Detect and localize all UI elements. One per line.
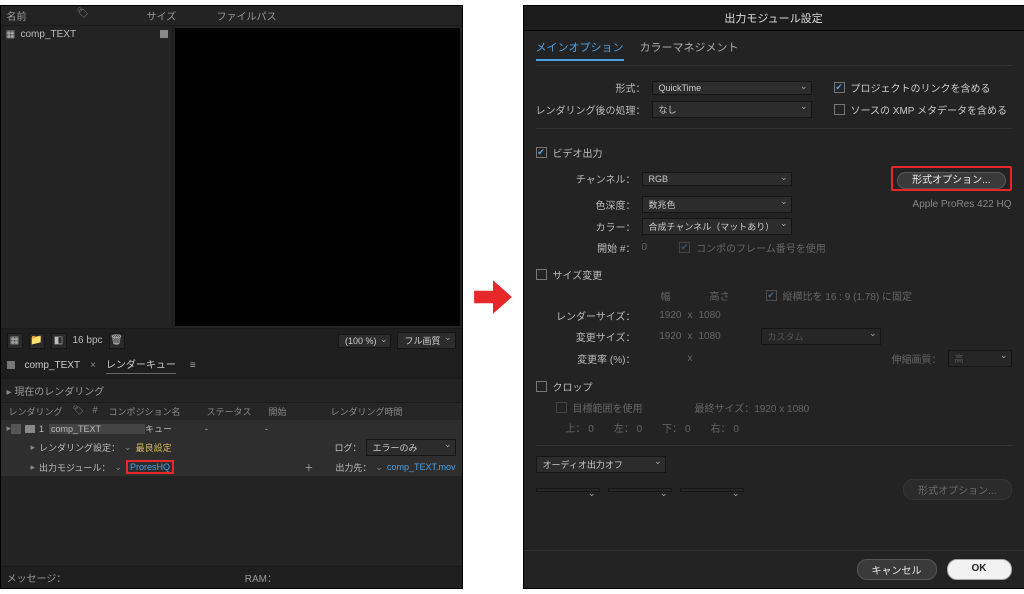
cancel-button[interactable]: キャンセル (857, 559, 937, 580)
codec-info: Apple ProRes 422 HQ (913, 199, 1012, 210)
status-bar: メッセージ： RAM： (1, 566, 462, 588)
tab-color-icon (7, 361, 15, 369)
comp-icon: ▦ (5, 28, 17, 40)
after-effects-project-panel: 名前 🏷 サイズ ファイルパス ▦ comp_TEXT ▦ 📁 ◧ 16 bpc… (0, 5, 463, 589)
format-options-highlight: 形式オプション... (891, 166, 1011, 191)
project-column-header: 名前 🏷 サイズ ファイルパス (1, 6, 462, 26)
ok-button[interactable]: OK (947, 559, 1012, 580)
toggle-icon[interactable]: ◧ (51, 333, 67, 349)
audio-channels-dropdown (680, 488, 744, 492)
tab-main-options[interactable]: メインオプション (536, 39, 624, 61)
trash-icon[interactable]: 🗑 (109, 333, 125, 349)
resize-checkbox[interactable] (536, 269, 547, 280)
render-queue-item: ▸ 1 comp_TEXT キュー - - ▸ レンダリング設定： ⌄ 最良設定… (1, 420, 462, 476)
tab-comp[interactable]: comp_TEXT (25, 360, 81, 371)
video-output-checkbox[interactable] (536, 147, 547, 158)
resolution-dropdown[interactable]: フル画質 (397, 332, 455, 349)
output-destination-link[interactable]: comp_TEXT.mov (387, 462, 456, 472)
render-queue-columns: レンダリング 🏷 # コンポジション名 ステータス 開始 レンダリング時間 (1, 403, 462, 420)
composition-preview[interactable] (175, 28, 460, 326)
format-dropdown[interactable]: QuickTime (652, 81, 812, 95)
add-output-button[interactable]: ＋ (304, 461, 313, 474)
zoom-dropdown[interactable]: (100 %) (338, 334, 392, 348)
lock-aspect-checkbox (766, 290, 777, 301)
current-render-label: 現在のレンダリング (14, 387, 104, 398)
dialog-title: 出力モジュール設定 (524, 6, 1024, 31)
output-module-highlight: ProresHQ (126, 460, 174, 474)
col-name[interactable]: 名前 (7, 8, 67, 23)
project-item[interactable]: ▦ comp_TEXT (1, 26, 172, 42)
crop-checkbox[interactable] (536, 381, 547, 392)
queue-checkbox[interactable] (11, 424, 21, 434)
color-dropdown[interactable]: 合成チャンネル（マットあり） (642, 218, 792, 235)
tab-render-queue[interactable]: レンダーキュー (106, 356, 176, 374)
new-folder-icon[interactable]: 📁 (29, 333, 45, 349)
dialog-footer: キャンセル OK (524, 550, 1024, 588)
output-module-link[interactable]: ProresHQ (130, 462, 170, 472)
col-tag-icon[interactable]: 🏷 (77, 8, 137, 23)
audio-depth-dropdown (608, 488, 672, 492)
include-project-link-checkbox[interactable] (834, 82, 845, 93)
log-dropdown[interactable]: エラーのみ (366, 439, 456, 456)
dialog-tabs: メインオプション カラーマネジメント (536, 39, 1012, 66)
col-filepath[interactable]: ファイルパス (217, 8, 277, 23)
item-label-color[interactable] (25, 425, 35, 433)
render-settings-link[interactable]: 最良設定 (136, 441, 172, 454)
comp-frame-num-checkbox (679, 242, 690, 253)
project-tree[interactable]: ▦ comp_TEXT (1, 26, 173, 328)
include-xmp-checkbox[interactable] (834, 104, 845, 115)
resize-preset-dropdown: カスタム (761, 328, 881, 345)
arrow-indicator (471, 276, 515, 318)
channels-dropdown[interactable]: RGB (642, 172, 792, 186)
tab-color-management[interactable]: カラーマネジメント (640, 39, 739, 61)
comp-name[interactable]: comp_TEXT (49, 424, 145, 434)
depth-dropdown[interactable]: 数兆色 (642, 196, 792, 213)
post-render-dropdown[interactable]: なし (652, 101, 812, 118)
panel-menu-icon[interactable]: ≡ (190, 360, 196, 371)
project-footer-toolbar: ▦ 📁 ◧ 16 bpc 🗑 (100 %) フル画質 (1, 328, 462, 352)
label-color-swatch[interactable] (160, 30, 168, 38)
col-size[interactable]: サイズ (147, 8, 207, 23)
arrow-right-icon (472, 276, 514, 318)
bpc-toggle[interactable]: 16 bpc (73, 335, 103, 346)
project-item-label: comp_TEXT (21, 29, 77, 40)
audio-output-dropdown[interactable]: オーディオ出力オフ (536, 456, 666, 473)
audio-format-options-button: 形式オプション... (903, 479, 1011, 500)
output-module-settings-dialog: 出力モジュール設定 メインオプション カラーマネジメント 形式： QuickTi… (523, 5, 1024, 589)
audio-rate-dropdown (536, 488, 600, 492)
lower-panel-tabs: comp_TEXT × レンダーキュー ≡ (1, 352, 462, 379)
render-queue-panel: ▸ 現在のレンダリング レンダリング 🏷 # コンポジション名 ステータス 開始… (1, 379, 462, 588)
new-comp-icon[interactable]: ▦ (7, 333, 23, 349)
format-options-button[interactable]: 形式オプション... (897, 172, 1005, 189)
use-roi-checkbox (556, 402, 567, 413)
stretch-quality-dropdown: 高 (948, 350, 1012, 367)
